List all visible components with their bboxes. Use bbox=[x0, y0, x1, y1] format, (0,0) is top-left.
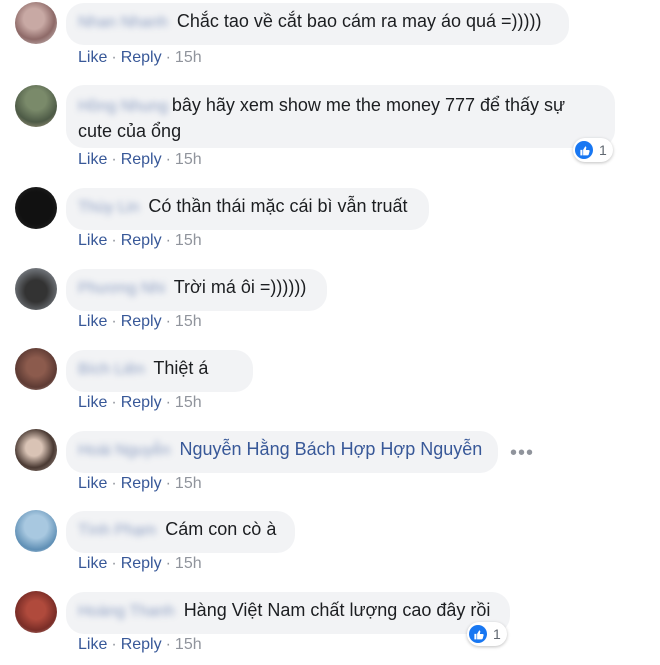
comment-bubble: Hoài Nguyễn Nguyễn Hằng Bách Hợp Hợp Ngu… bbox=[66, 431, 498, 473]
timestamp[interactable]: 15h bbox=[175, 475, 202, 492]
like-link[interactable]: Like bbox=[78, 151, 107, 168]
comment-text-line-1: bây hãy xem show me the money 777 để thấ… bbox=[171, 95, 566, 115]
like-link[interactable]: Like bbox=[78, 313, 107, 330]
comment-actions: Like · Reply · 15h bbox=[78, 311, 202, 333]
like-reaction-icon bbox=[575, 141, 593, 159]
avatar[interactable] bbox=[15, 591, 57, 633]
avatar[interactable] bbox=[15, 348, 57, 390]
commenter-name[interactable]: Bích Liên bbox=[78, 358, 145, 382]
commenter-name[interactable]: Phương Nhi bbox=[78, 277, 165, 301]
separator: · bbox=[165, 232, 171, 249]
reaction-number: 1 bbox=[493, 626, 501, 642]
reply-link[interactable]: Reply bbox=[121, 49, 162, 66]
commenter-name[interactable]: Hoàng Thanh bbox=[78, 600, 175, 624]
separator: · bbox=[165, 555, 171, 572]
comment-actions: Like · Reply · 15h bbox=[78, 553, 202, 575]
separator: · bbox=[165, 49, 171, 66]
avatar[interactable] bbox=[15, 429, 57, 471]
comment-actions: Like · Reply · 15h bbox=[78, 392, 202, 414]
timestamp[interactable]: 15h bbox=[175, 232, 202, 249]
comment-text: Cám con cò à bbox=[165, 519, 277, 539]
timestamp[interactable]: 15h bbox=[175, 394, 202, 411]
separator: · bbox=[111, 394, 117, 411]
like-link[interactable]: Like bbox=[78, 49, 107, 66]
comment-actions: Like · Reply · 15h bbox=[78, 149, 202, 171]
commenter-name[interactable]: Hoài Nguyễn bbox=[78, 439, 171, 463]
reply-link[interactable]: Reply bbox=[121, 151, 162, 168]
like-link[interactable]: Like bbox=[78, 394, 107, 411]
comment-actions: Like · Reply · 15h bbox=[78, 47, 202, 69]
reply-link[interactable]: Reply bbox=[121, 636, 162, 653]
avatar[interactable] bbox=[15, 510, 57, 552]
comment-text: Hàng Việt Nam chất lượng cao đây rồi bbox=[183, 600, 491, 620]
comment-actions: Like · Reply · 15h bbox=[78, 473, 202, 495]
reaction-count[interactable]: 1 bbox=[467, 622, 507, 646]
separator: · bbox=[111, 232, 117, 249]
comment-bubble: Thùy Lin Có thần thái mặc cái bì vẫn tru… bbox=[66, 188, 429, 230]
avatar[interactable] bbox=[15, 2, 57, 44]
reply-link[interactable]: Reply bbox=[121, 394, 162, 411]
reaction-number: 1 bbox=[599, 142, 607, 158]
reply-link[interactable]: Reply bbox=[121, 232, 162, 249]
like-link[interactable]: Like bbox=[78, 232, 107, 249]
separator: · bbox=[111, 49, 117, 66]
comment-bubble: Hồng Nhung bây hãy xem show me the money … bbox=[66, 85, 615, 148]
like-link[interactable]: Like bbox=[78, 555, 107, 572]
like-link[interactable]: Like bbox=[78, 475, 107, 492]
commenter-name[interactable]: Nhan Nhanh bbox=[78, 11, 168, 35]
reply-link[interactable]: Reply bbox=[121, 313, 162, 330]
commenter-name[interactable]: Thùy Lin bbox=[78, 196, 139, 220]
comment-text: Chắc tao về cắt bao cám ra may áo quá =)… bbox=[176, 11, 542, 31]
comment-actions: Like · Reply · 15h bbox=[78, 634, 202, 656]
commenter-name[interactable]: Hồng Nhung bbox=[78, 95, 168, 119]
separator: · bbox=[165, 636, 171, 653]
separator: · bbox=[165, 313, 171, 330]
like-link[interactable]: Like bbox=[78, 636, 107, 653]
separator: · bbox=[111, 555, 117, 572]
timestamp[interactable]: 15h bbox=[175, 151, 202, 168]
comment-text: Thiệt á bbox=[153, 358, 209, 378]
comment-bubble: Hoàng Thanh Hàng Việt Nam chất lượng cao… bbox=[66, 592, 510, 634]
comment-bubble: Nhan Nhanh Chắc tao về cắt bao cám ra ma… bbox=[66, 3, 569, 45]
comment-bubble: Bích Liên Thiệt á bbox=[66, 350, 253, 392]
comment-bubble: Phương Nhi Trời má ôi =)))))) bbox=[66, 269, 327, 311]
timestamp[interactable]: 15h bbox=[175, 636, 202, 653]
reply-link[interactable]: Reply bbox=[121, 475, 162, 492]
avatar[interactable] bbox=[15, 85, 57, 127]
timestamp[interactable]: 15h bbox=[175, 555, 202, 572]
separator: · bbox=[111, 636, 117, 653]
timestamp[interactable]: 15h bbox=[175, 313, 202, 330]
commenter-name[interactable]: Tình Phạm bbox=[78, 519, 156, 543]
like-reaction-icon bbox=[469, 625, 487, 643]
comment-text: Trời má ôi =)))))) bbox=[173, 277, 307, 297]
avatar[interactable] bbox=[15, 187, 57, 229]
separator: · bbox=[165, 394, 171, 411]
separator: · bbox=[111, 475, 117, 492]
comment-text-line-2: cute của ổng bbox=[78, 121, 182, 141]
comment-actions: Like · Reply · 15h bbox=[78, 230, 202, 252]
separator: · bbox=[111, 151, 117, 168]
comment-bubble: Tình Phạm Cám con cò à bbox=[66, 511, 295, 553]
comment-text: Có thần thái mặc cái bì vẫn truất bbox=[148, 196, 408, 216]
separator: · bbox=[165, 151, 171, 168]
timestamp[interactable]: 15h bbox=[175, 49, 202, 66]
reaction-count[interactable]: 1 bbox=[573, 138, 613, 162]
reply-link[interactable]: Reply bbox=[121, 555, 162, 572]
separator: · bbox=[165, 475, 171, 492]
more-options-icon[interactable]: ••• bbox=[510, 443, 534, 463]
tagged-user-link[interactable]: Nguyễn Hằng Bách Hợp Hợp Nguyễn bbox=[180, 439, 483, 459]
separator: · bbox=[111, 313, 117, 330]
avatar[interactable] bbox=[15, 268, 57, 310]
